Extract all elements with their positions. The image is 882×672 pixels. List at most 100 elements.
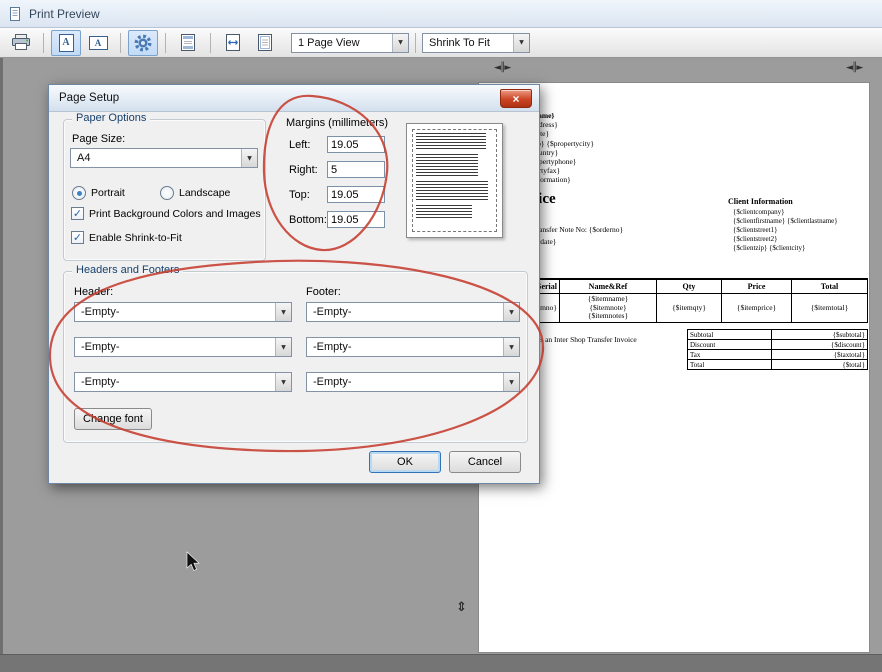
totals-value: {$discount} bbox=[772, 340, 868, 350]
landscape-radio[interactable]: Landscape bbox=[160, 186, 230, 200]
print-preview-toolbar: A A bbox=[0, 28, 882, 58]
cell-total: {$itemtotal} bbox=[792, 294, 868, 323]
chevron-down-icon: ▼ bbox=[275, 303, 291, 321]
landscape-button[interactable]: A bbox=[83, 30, 113, 56]
chevron-down-icon: ▼ bbox=[275, 373, 291, 391]
transfer-note-fragment: } bbox=[541, 345, 545, 354]
margins-preview-content bbox=[412, 129, 497, 232]
totals-row: Subtotal {$subtotal} bbox=[688, 330, 868, 340]
chevron-down-icon: ▼ bbox=[513, 34, 529, 52]
print-background-checkbox[interactable]: ✓ Print Background Colors and Images bbox=[71, 207, 261, 220]
portrait-label: Portrait bbox=[91, 187, 125, 199]
item-notes: {$itemnotes} bbox=[562, 312, 654, 321]
window-titlebar[interactable]: Print Preview bbox=[0, 0, 882, 28]
window-icon bbox=[8, 7, 22, 21]
headers-footers-icon bbox=[181, 34, 195, 51]
toolbar-separator bbox=[415, 33, 416, 53]
radio-unselected-icon bbox=[160, 186, 174, 200]
margins-preview-thumbnail bbox=[406, 123, 503, 238]
headers-footers-label: Headers and Footers bbox=[72, 264, 183, 276]
chevron-down-icon: ▼ bbox=[241, 149, 257, 167]
items-header-row: Serial Name&Ref Qty Price Total bbox=[498, 279, 868, 294]
radio-selected-icon bbox=[72, 186, 86, 200]
horizontal-resize-handle[interactable]: ◄║► bbox=[846, 63, 862, 73]
portrait-radio[interactable]: Portrait bbox=[72, 186, 125, 200]
page-size-value: A4 bbox=[77, 152, 90, 164]
table-row: {$itemno} {$itemname} {$itemnote} {$item… bbox=[498, 294, 868, 323]
page-view-value: 1 Page View bbox=[298, 37, 360, 49]
footer-label: Footer: bbox=[306, 286, 341, 298]
totals-label: Tax bbox=[688, 350, 772, 360]
margin-right-label: Right: bbox=[289, 164, 318, 176]
client-line: {$clientcompany} bbox=[733, 208, 838, 217]
chevron-down-icon: ▼ bbox=[503, 373, 519, 391]
footer-3-value: -Empty- bbox=[313, 376, 352, 388]
chevron-down-icon: ▼ bbox=[392, 34, 408, 52]
chevron-down-icon: ▼ bbox=[503, 338, 519, 356]
client-info-heading: Client Information bbox=[728, 197, 793, 206]
header-2-value: -Empty- bbox=[81, 341, 120, 353]
header-select-3[interactable]: -Empty- ▼ bbox=[74, 372, 292, 392]
totals-label: Total bbox=[688, 360, 772, 370]
footer-select-1[interactable]: -Empty- ▼ bbox=[306, 302, 520, 322]
headers-footers-group: Headers and Footers Header: Footer: -Emp… bbox=[63, 271, 528, 443]
cancel-button[interactable]: Cancel bbox=[449, 451, 521, 473]
horizontal-resize-handle[interactable]: ◄║► bbox=[494, 63, 510, 73]
chevron-down-icon: ▼ bbox=[503, 303, 519, 321]
portrait-button[interactable]: A bbox=[51, 30, 81, 56]
window-title: Print Preview bbox=[29, 7, 100, 21]
mouse-cursor bbox=[186, 551, 202, 573]
margin-left-input[interactable] bbox=[327, 136, 385, 153]
portrait-icon: A bbox=[59, 34, 74, 52]
page-size-select[interactable]: A4 ▼ bbox=[70, 148, 258, 168]
fine-print-block bbox=[416, 205, 472, 220]
margin-bottom-input[interactable] bbox=[327, 211, 385, 228]
col-total: Total bbox=[792, 279, 868, 294]
enable-shrink-label: Enable Shrink-to-Fit bbox=[89, 232, 182, 244]
client-line: {$clientstreet1} bbox=[733, 226, 838, 235]
margins-section-label: Margins (millimeters) bbox=[286, 117, 388, 129]
totals-label: Subtotal bbox=[688, 330, 772, 340]
enable-shrink-checkbox[interactable]: ✓ Enable Shrink-to-Fit bbox=[71, 231, 182, 244]
header-select-1[interactable]: -Empty- ▼ bbox=[74, 302, 292, 322]
header-3-value: -Empty- bbox=[81, 376, 120, 388]
print-background-label: Print Background Colors and Images bbox=[89, 208, 261, 220]
totals-table: Subtotal {$subtotal} Discount {$discount… bbox=[687, 329, 868, 370]
header-select-2[interactable]: -Empty- ▼ bbox=[74, 337, 292, 357]
headers-footers-toggle-button[interactable] bbox=[173, 30, 203, 56]
gear-icon bbox=[134, 34, 152, 52]
col-qty: Qty bbox=[657, 279, 722, 294]
margin-right-input[interactable] bbox=[327, 161, 385, 178]
header-1-value: -Empty- bbox=[81, 306, 120, 318]
footer-select-3[interactable]: -Empty- ▼ bbox=[306, 372, 520, 392]
totals-value: {$total} bbox=[772, 360, 868, 370]
change-font-button[interactable]: Change font bbox=[74, 408, 152, 430]
page-setup-dialog: Page Setup × Paper Options Page Size: A4… bbox=[48, 84, 540, 484]
page-setup-button[interactable] bbox=[128, 30, 158, 56]
ok-button[interactable]: OK bbox=[369, 451, 441, 473]
close-button[interactable]: × bbox=[500, 89, 532, 108]
totals-value: {$taxtotal} bbox=[772, 350, 868, 360]
margin-top-input[interactable] bbox=[327, 186, 385, 203]
toolbar-separator bbox=[165, 33, 166, 53]
view-full-page-button[interactable] bbox=[250, 30, 280, 56]
cell-price: {$itemprice} bbox=[722, 294, 792, 323]
dialog-titlebar[interactable]: Page Setup bbox=[49, 85, 539, 112]
vertical-resize-handle[interactable]: ⇕ bbox=[456, 600, 467, 615]
footer-select-2[interactable]: -Empty- ▼ bbox=[306, 337, 520, 357]
fine-print-block bbox=[416, 154, 478, 178]
totals-row: Total {$total} bbox=[688, 360, 868, 370]
footer-1-value: -Empty- bbox=[313, 306, 352, 318]
checkmark-icon: ✓ bbox=[71, 207, 84, 220]
fine-print-block bbox=[416, 133, 486, 151]
view-full-width-button[interactable] bbox=[218, 30, 248, 56]
totals-row: Discount {$discount} bbox=[688, 340, 868, 350]
shrink-to-fit-dropdown[interactable]: Shrink To Fit ▼ bbox=[422, 33, 530, 53]
landscape-icon: A bbox=[89, 36, 108, 50]
landscape-label: Landscape bbox=[179, 187, 230, 199]
totals-label: Discount bbox=[688, 340, 772, 350]
page-view-dropdown[interactable]: 1 Page View ▼ bbox=[291, 33, 409, 53]
print-button[interactable] bbox=[6, 30, 36, 56]
client-info-block: {$clientcompany} {$clientfirstname} {$cl… bbox=[733, 208, 838, 253]
margin-top-label: Top: bbox=[289, 189, 310, 201]
